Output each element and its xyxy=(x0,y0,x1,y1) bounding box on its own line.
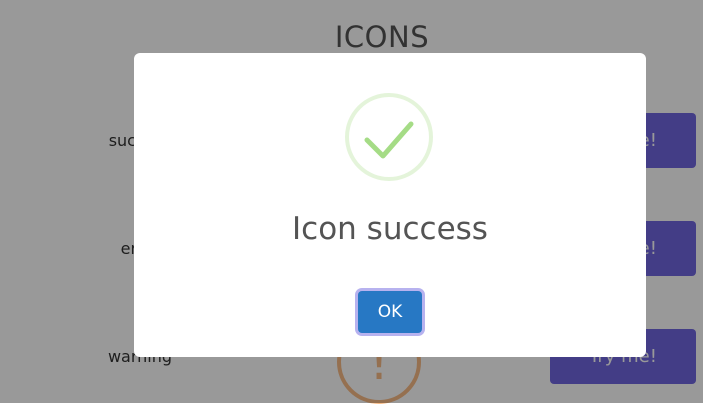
checkmark-icon xyxy=(345,93,433,181)
alert-dialog: Icon success OK xyxy=(134,53,646,357)
ok-button[interactable]: OK xyxy=(358,291,422,333)
modal-title: Icon success xyxy=(292,211,488,247)
